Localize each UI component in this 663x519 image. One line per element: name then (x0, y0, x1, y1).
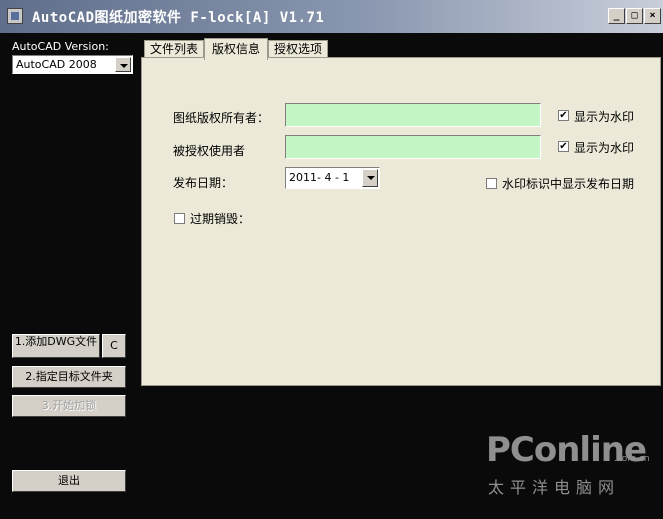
release-date-label: 发布日期： (173, 176, 234, 190)
tab-license-options[interactable]: 授权选项 (268, 40, 328, 58)
tab-file-list[interactable]: 文件列表 (144, 40, 204, 58)
licensee-watermark-checkbox[interactable]: ✔ (558, 141, 569, 152)
add-dwg-button[interactable]: 1.添加DWG文件 (12, 334, 100, 358)
app-icon[interactable] (7, 8, 23, 24)
target-folder-button[interactable]: 2.指定目标文件夹 (12, 366, 126, 388)
expire-label: 过期销毁： (190, 212, 251, 226)
watermark-cn: 太平洋电脑网 (488, 478, 621, 497)
c-button[interactable]: C (102, 334, 126, 358)
watermark-domain: .com.cn (614, 454, 650, 464)
release-date-value: 2011- 4 - 1 (289, 171, 350, 184)
close-button[interactable]: × (644, 8, 661, 24)
calendar-dropdown-icon[interactable] (362, 169, 378, 187)
owner-label: 图纸版权所有者： (173, 111, 270, 125)
title-bar[interactable]: AutoCAD图纸加密软件 F-lock[A] V1.71 _ □ × (0, 0, 663, 33)
maximize-button[interactable]: □ (626, 8, 643, 24)
chevron-down-icon[interactable] (115, 57, 131, 72)
licensee-label: 被授权使用者 (173, 144, 246, 158)
autocad-version-label: AutoCAD Version: (12, 40, 109, 53)
licensee-input[interactable] (285, 135, 541, 159)
pconline-watermark: PConline .com.cn 太平洋电脑网 (480, 418, 660, 498)
owner-watermark-label: 显示为水印 (574, 110, 635, 124)
release-date-picker[interactable]: 2011- 4 - 1 (285, 167, 380, 189)
show-date-label: 水印标识中显示发布日期 (502, 177, 635, 191)
main-window: AutoCAD图纸加密软件 F-lock[A] V1.71 _ □ × Auto… (0, 0, 663, 519)
licensee-watermark-label: 显示为水印 (574, 141, 635, 155)
autocad-version-select[interactable]: AutoCAD 2008 (12, 55, 133, 74)
tab-copyright-info[interactable]: 版权信息 (204, 38, 268, 60)
window-title: AutoCAD图纸加密软件 F-lock[A] V1.71 (32, 10, 325, 26)
owner-input[interactable] (285, 103, 541, 127)
watermark-brand: PConline (486, 430, 647, 470)
start-encrypt-button[interactable]: 3.开始加锁 (12, 395, 126, 417)
exit-button[interactable]: 退出 (12, 470, 126, 492)
expire-checkbox[interactable] (174, 213, 185, 224)
owner-watermark-checkbox[interactable]: ✔ (558, 110, 569, 121)
show-date-checkbox[interactable] (486, 178, 497, 189)
autocad-version-value: AutoCAD 2008 (16, 58, 97, 71)
minimize-button[interactable]: _ (608, 8, 625, 24)
